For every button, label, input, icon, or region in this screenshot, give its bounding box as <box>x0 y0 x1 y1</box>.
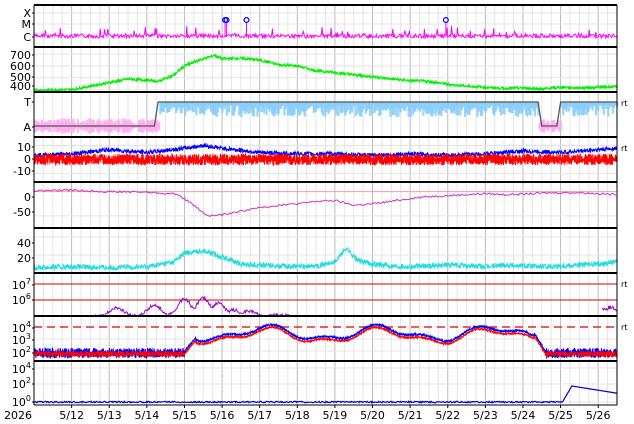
right-marker-label: rt <box>621 280 627 289</box>
x-axis-year-label: 2026 <box>4 409 32 422</box>
x-tick-label: 5/17 <box>247 409 272 422</box>
space-weather-chart: XMC700600500400TArt100-10rt0-50402010710… <box>4 4 627 422</box>
right-marker-label: rt <box>621 323 627 332</box>
x-tick-label: 5/24 <box>511 409 536 422</box>
y-tick-label: 0 <box>24 191 31 204</box>
y-tick-label: 20 <box>17 252 31 265</box>
x-tick-label: 5/18 <box>285 409 310 422</box>
sector-tick <box>158 121 161 131</box>
x-tick-label: 5/13 <box>97 409 122 422</box>
x-tick-label: 5/20 <box>360 409 385 422</box>
y-tick-label: 102 <box>12 345 31 360</box>
y-tick-label: 107 <box>12 277 31 292</box>
x-tick-label: 5/26 <box>586 409 611 422</box>
x-tick-label: 5/19 <box>323 409 348 422</box>
y-tick-label: 100 <box>12 394 31 409</box>
y-tick-label: 40 <box>17 237 31 250</box>
x-tick-label: 5/22 <box>435 409 460 422</box>
y-tick-label: 400 <box>10 80 31 93</box>
x-tick-label: 5/12 <box>59 409 84 422</box>
x-tick-label: 5/16 <box>210 409 235 422</box>
x-tick-label: 5/21 <box>398 409 423 422</box>
x-tick-label: 5/15 <box>172 409 197 422</box>
right-marker-label: rt <box>621 144 627 153</box>
y-tick-label: -10 <box>13 165 31 178</box>
y-tick-label: -50 <box>13 206 31 219</box>
y-tick-label: A <box>23 121 31 134</box>
y-tick-label: 102 <box>12 376 31 391</box>
x-tick-label: 5/14 <box>134 409 159 422</box>
x-tick-label: 5/25 <box>548 409 573 422</box>
y-tick-label: T <box>23 96 31 109</box>
y-tick-label: 106 <box>12 292 31 307</box>
right-marker-label: rt <box>621 99 627 108</box>
sector-tick <box>559 121 563 131</box>
x-tick-label: 5/23 <box>473 409 498 422</box>
y-tick-label: 104 <box>12 361 31 376</box>
y-tick-label: C <box>23 31 31 44</box>
y-tick-label: M <box>22 18 32 31</box>
